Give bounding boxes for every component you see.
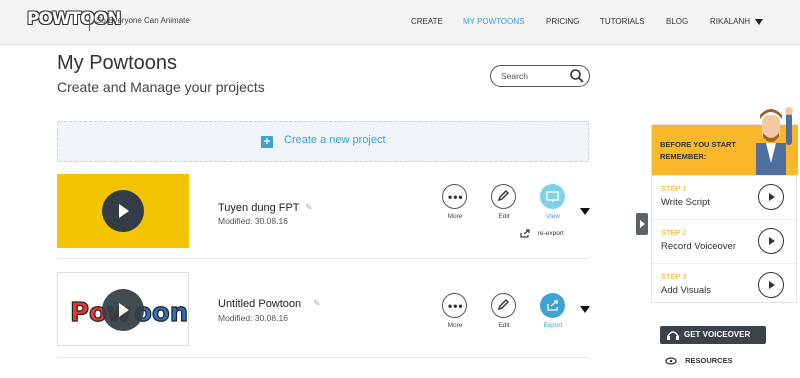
play-step-button[interactable] [758, 184, 784, 210]
step-text: Record Voiceover [661, 241, 736, 252]
view-icon [546, 191, 559, 202]
re-export-link[interactable]: re-export [520, 229, 564, 238]
row-divider [57, 357, 589, 358]
export-icon [547, 300, 558, 311]
resources-icon [665, 357, 677, 365]
nav-my-powtoons[interactable]: MY POWTOONS [463, 17, 525, 26]
step-text: Write Script [661, 197, 710, 208]
more-dots-icon: ••• [448, 190, 464, 204]
share-icon [520, 229, 530, 238]
plus-icon: + [261, 136, 273, 148]
edit-label: Edit [498, 213, 510, 220]
play-icon[interactable] [102, 190, 144, 232]
search-placeholder: Search [501, 71, 528, 81]
resources-link[interactable]: RESOURCES [665, 356, 733, 366]
play-icon[interactable] [102, 289, 144, 331]
headphones-icon [667, 331, 679, 340]
play-step-button[interactable] [758, 272, 784, 298]
export-label: Export [543, 322, 563, 329]
project-title[interactable]: Tuyen dung FPT [218, 202, 300, 214]
re-export-label: re-export [537, 230, 564, 238]
more-button[interactable]: ••• [442, 184, 467, 209]
export-button[interactable] [540, 293, 565, 318]
project-thumbnail[interactable]: Pow oon [57, 272, 189, 346]
project-modified: Modified: 30.08.16 [218, 216, 288, 226]
create-new-project-button[interactable]: + Create a new project [57, 121, 589, 162]
more-button[interactable]: ••• [442, 293, 467, 318]
row-divider [57, 258, 589, 259]
more-dots-icon: ••• [448, 299, 464, 313]
edit-pencil-icon [497, 190, 509, 202]
pencil-icon[interactable]: ✎ [305, 202, 313, 213]
more-label: More [447, 322, 463, 329]
step-write-script: STEP 1 Write Script [652, 175, 798, 220]
get-voiceover-button[interactable]: GET VOICEOVER [660, 326, 766, 344]
step-number: STEP 2 [661, 228, 687, 237]
play-step-button[interactable] [758, 228, 784, 254]
search-icon [570, 69, 584, 83]
step-number: STEP 1 [661, 184, 687, 193]
step-add-visuals: STEP 3 Add Visuals [652, 263, 798, 308]
edit-pencil-icon [497, 299, 509, 311]
nav-create[interactable]: CREATE [411, 17, 443, 26]
edit-button[interactable] [491, 293, 516, 318]
create-new-project-label: Create a new project [284, 134, 386, 146]
page-subtitle: Create and Manage your projects [57, 79, 265, 95]
nav-pricing[interactable]: PRICING [546, 17, 579, 26]
step-record-voiceover: STEP 2 Record Voiceover [652, 219, 798, 264]
user-name: RIKALANH [710, 17, 751, 26]
get-voiceover-label: GET VOICEOVER [684, 330, 751, 339]
more-label: More [447, 213, 463, 220]
nav-blog[interactable]: BLOG [666, 17, 688, 26]
view-button[interactable] [540, 184, 565, 209]
tagline: So Everyone Can Animate [96, 16, 190, 25]
user-menu[interactable]: RIKALANH [710, 17, 764, 26]
logo-divider [89, 13, 90, 31]
project-options-dropdown[interactable] [580, 208, 590, 215]
page-title: My Powtoons [57, 52, 178, 74]
project-options-dropdown[interactable] [580, 306, 590, 313]
chevron-down-icon [755, 18, 764, 25]
tips-heading: BEFORE YOU START [660, 140, 736, 149]
tips-subheading: REMEMBER: [660, 152, 707, 161]
step-number: STEP 3 [661, 272, 687, 281]
pencil-icon[interactable]: ✎ [313, 298, 321, 309]
edit-button[interactable] [491, 184, 516, 209]
project-title[interactable]: Untitled Powtoon [218, 298, 301, 310]
project-modified: Modified: 30.08.16 [218, 313, 288, 323]
panel-toggle-button[interactable] [636, 213, 648, 235]
step-text: Add Visuals [661, 285, 711, 296]
project-thumbnail[interactable] [57, 174, 189, 248]
edit-label: Edit [498, 322, 510, 329]
presenter-character-icon [756, 107, 793, 175]
top-header: POWTOON So Everyone Can Animate CREATE M… [0, 0, 800, 45]
view-label: View [546, 213, 560, 220]
search-input[interactable]: Search [490, 65, 590, 87]
nav-tutorials[interactable]: TUTORIALS [600, 17, 645, 26]
app-root: POWTOON So Everyone Can Animate CREATE M… [0, 0, 800, 378]
resources-label: RESOURCES [685, 356, 733, 365]
